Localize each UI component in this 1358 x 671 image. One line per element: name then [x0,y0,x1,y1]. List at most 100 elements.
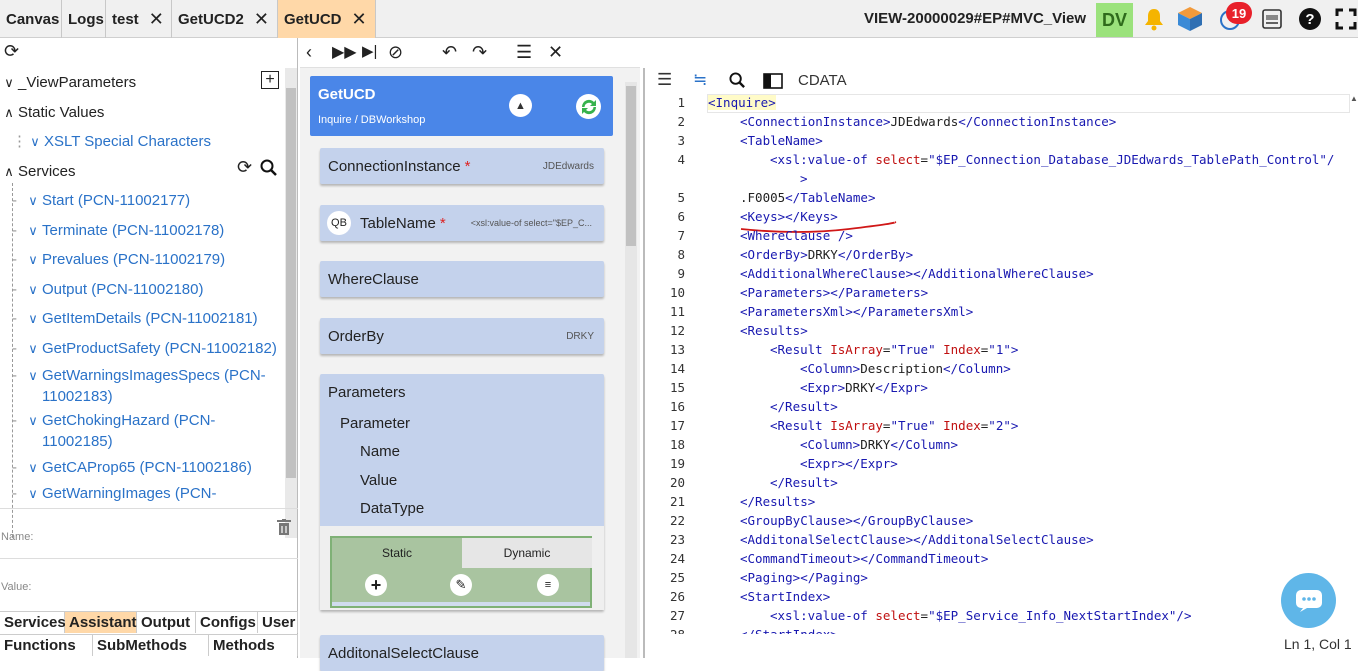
tree-services[interactable]: ∧ Services [0,161,75,182]
search-icon[interactable] [260,159,278,182]
undo-icon[interactable]: ↶ [442,42,457,63]
scrollbar-thumb[interactable] [626,86,636,246]
code-line: > [800,171,808,186]
tablename-card[interactable]: QB TableName * <xsl:value-of select="$EP_C.… [320,205,604,241]
chevron-up-icon[interactable]: ∧ [0,102,18,123]
logs-icon[interactable] [1258,5,1286,33]
help-icon[interactable]: ? [1296,5,1324,33]
additonal-card[interactable]: AdditonalSelectClause [320,635,604,671]
chevron-down-icon[interactable]: ∨ [24,220,42,241]
add-parameter-icon[interactable]: + [261,71,279,89]
btab-methods[interactable]: Methods [209,634,298,656]
chevron-down-icon[interactable]: ∨ [24,338,42,359]
user-avatar[interactable]: DV [1096,3,1133,37]
parameters-card[interactable]: Parameters Parameter Name Value DataType… [320,374,604,610]
step-icon[interactable]: ▶| [362,42,377,60]
connection-card[interactable]: ConnectionInstance * JDEdwards [320,148,604,184]
tree-xslt-special[interactable]: ⋮ ∨ XSLT Special Characters [12,131,211,152]
close-icon[interactable]: ✕ [548,42,563,63]
tab-getucd[interactable]: GetUCD ✕ [278,0,376,38]
orderby-card[interactable]: OrderBy DRKY [320,318,604,354]
tree-view-parameters[interactable]: ∨ _ViewParameters [0,72,136,93]
trash-icon[interactable] [277,519,291,541]
chevron-down-icon[interactable]: ∨ [24,483,42,504]
edit-icon[interactable]: ✎ [450,574,472,596]
stop-icon[interactable]: ⊘ [388,42,403,63]
sync-icon[interactable] [576,94,601,119]
code-line: <Results> [740,323,808,338]
refresh-icon[interactable]: ⟳ [4,41,19,62]
btab-services[interactable]: Services [0,611,66,633]
btab-output[interactable]: Output [137,611,196,633]
search-icon[interactable] [729,72,746,94]
wrap-icon[interactable]: ≒ [693,70,707,90]
tab-dynamic[interactable]: Dynamic [462,538,592,568]
chevron-down-icon[interactable]: ∨ [24,249,42,270]
code-line: <ParametersXml></ParametersXml> [740,304,974,319]
service-item[interactable]: - ∨ GetWarningsImagesSpecs (PCN-11002183) [12,365,282,407]
fast-forward-icon[interactable]: ▶▶ [332,42,357,62]
tab-static[interactable]: Static [332,538,462,568]
redo-icon[interactable]: ↷ [472,42,487,63]
btab-configs[interactable]: Configs [196,611,258,633]
btab-user[interactable]: User [258,611,298,633]
edit-list-icon[interactable]: ≡ [537,574,559,596]
service-item[interactable]: - ∨ Output (PCN-11002180) [12,279,282,300]
line-number: 20 [669,475,685,490]
chevron-down-icon[interactable]: ∨ [24,410,42,431]
service-item[interactable]: - ∨ GetProductSafety (PCN-11002182) [12,338,282,359]
left-scrollbar[interactable] [285,68,297,538]
back-icon[interactable]: ‹ [306,42,312,63]
close-icon[interactable]: ✕ [254,9,269,30]
name-field[interactable]: Name: [0,508,298,556]
chevron-down-icon[interactable]: ∨ [24,365,42,386]
code-area[interactable]: 1 2 3 4 5 6 7 8 9 10 11 12 13 14 15 16 17 18 19 20 21 22 23 24 2… [645,94,1350,634]
tab-test[interactable]: test ✕ [106,0,172,38]
btab-assistant[interactable]: Assistant [65,611,137,633]
line-number: 27 [669,608,685,623]
btab-functions[interactable]: Functions [0,634,93,656]
tab-canvas[interactable]: Canvas [0,0,62,38]
align-icon[interactable]: ☰ [657,70,672,90]
tree-static-values[interactable]: ∧ Static Values [0,102,104,123]
editor-scrollbar[interactable]: ▲ [1350,94,1358,630]
method-scrollbar[interactable] [625,82,637,658]
chevron-down-icon[interactable]: ∨ [24,457,42,478]
tab-getucd2[interactable]: GetUCD2 ✕ [172,0,278,38]
collapse-icon[interactable]: ▲ [509,94,532,117]
chevron-down-icon[interactable]: ∨ [24,190,42,211]
qb-badge[interactable]: QB [327,211,351,235]
fullscreen-icon[interactable] [1332,5,1358,33]
add-icon[interactable]: + [365,574,387,596]
whereclause-card[interactable]: WhereClause [320,261,604,297]
close-icon[interactable]: ✕ [149,9,164,30]
panel-icon[interactable] [763,73,783,94]
chevron-down-icon[interactable]: ∨ [24,279,42,300]
bell-icon[interactable] [1140,5,1168,33]
value-field[interactable]: Value: [0,558,298,606]
service-item[interactable]: - ∨ Start (PCN-11002177) [12,190,282,211]
chevron-down-icon[interactable]: ∨ [24,308,42,329]
service-item[interactable]: - ∨ GetItemDetails (PCN-11002181) [12,308,282,329]
tree-label: XSLT Special Characters [44,133,212,150]
cube-icon[interactable] [1176,5,1204,33]
tree-label: Static Values [18,104,105,121]
chevron-down-icon[interactable]: ∨ [26,131,44,152]
chevron-up-icon[interactable]: ∧ [0,161,18,182]
service-item[interactable]: - ∨ Prevalues (PCN-11002179) [12,249,282,270]
btab-submethods[interactable]: SubMethods [93,634,209,656]
service-item[interactable]: - ∨ GetChokingHazard (PCN-11002185) [12,410,282,452]
service-item[interactable]: - ∨ GetCAProp65 (PCN-11002186) [12,457,282,478]
chat-button[interactable] [1281,573,1336,628]
service-item[interactable]: - ∨ Terminate (PCN-11002178) [12,220,282,241]
cdata-label[interactable]: CDATA [798,72,847,89]
refresh-services-icon[interactable]: ⟳ [237,157,252,178]
close-icon[interactable]: ✕ [352,9,367,30]
scroll-up-icon[interactable]: ▲ [1350,94,1358,103]
list-icon[interactable]: ☰ [516,42,532,63]
chevron-down-icon[interactable]: ∨ [0,72,18,93]
tab-logs[interactable]: Logs [62,0,106,38]
service-item[interactable]: - ∨ GetWarningImages (PCN- [12,483,282,505]
scrollbar-thumb[interactable] [286,88,296,478]
tree-connector: - [12,485,17,502]
